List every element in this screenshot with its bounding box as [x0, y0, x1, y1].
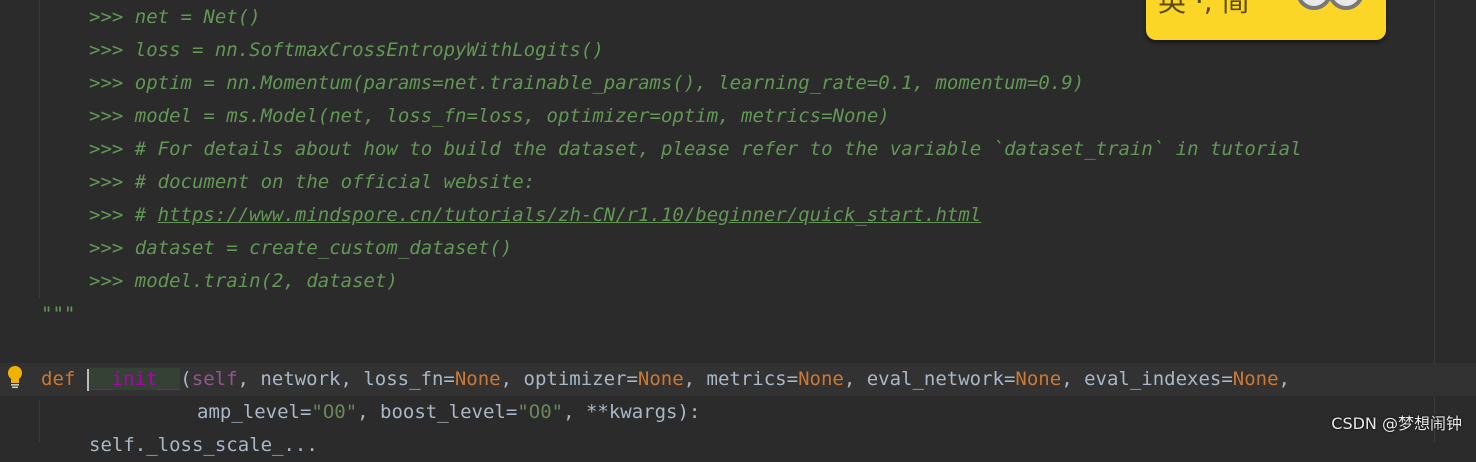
none-value: None [1015, 368, 1062, 390]
string-literal: "O0" [517, 401, 564, 423]
params-text: , eval_network= [843, 368, 1016, 390]
watermark: CSDN @梦想闹钟 [1331, 414, 1462, 433]
lightbulb-icon[interactable] [6, 365, 24, 389]
params-text: , [1278, 368, 1290, 390]
code-line-6[interactable]: >>> # document on the official website: [89, 166, 535, 199]
none-value: None [454, 368, 501, 390]
def-line[interactable]: def __init__(self, network, loss_fn=None… [41, 363, 1290, 396]
code-line-1[interactable]: >>> net = Net() [89, 1, 261, 34]
open-paren: ( [180, 368, 192, 390]
function-name[interactable]: __init__ [88, 368, 181, 390]
params-text: , metrics= [683, 368, 799, 390]
params-text: , eval_indexes= [1061, 368, 1233, 390]
self-param: self [191, 368, 238, 390]
docstring-close[interactable]: """ [41, 298, 75, 331]
params-text: , optimizer= [500, 368, 638, 390]
code-line-8[interactable]: >>> dataset = create_custom_dataset() [89, 232, 512, 265]
code-line-7[interactable]: >>> # https://www.mindspore.cn/tutorials… [89, 199, 981, 232]
params-text: , network, loss_fn= [237, 368, 455, 390]
indent-guide [39, 400, 40, 442]
mascot-eyes-icon [1297, 0, 1363, 10]
code-line-9[interactable]: >>> model.train(2, dataset) [89, 265, 398, 298]
docs-link[interactable]: https://www.mindspore.cn/tutorials/zh-CN… [158, 204, 982, 226]
none-value: None [1232, 368, 1279, 390]
indent-guide [39, 0, 40, 298]
code-line-4[interactable]: >>> model = ms.Model(net, loss_fn=loss, … [89, 100, 890, 133]
code-line-3[interactable]: >>> optim = nn.Momentum(params=net.train… [89, 67, 1084, 100]
def-keyword: def [41, 368, 76, 390]
none-value: None [798, 368, 844, 390]
partial-code-line[interactable]: self._loss_scale_... [89, 429, 318, 462]
code-line-5[interactable]: >>> # For details about how to build the… [89, 133, 1302, 166]
ime-mode-label[interactable]: 英 ·, 简 [1158, 0, 1250, 20]
params-text: amp_level= [197, 401, 312, 423]
ime-toolbar[interactable]: 英 ·, 简 [1146, 0, 1386, 40]
params-text: , **kwargs): [563, 401, 701, 423]
code-editor[interactable]: >>> net = Net() >>> loss = nn.SoftmaxCro… [0, 0, 1476, 456]
code-line-2[interactable]: >>> loss = nn.SoftmaxCrossEntropyWithLog… [89, 34, 604, 67]
none-value: None [637, 368, 684, 390]
def-continuation-line[interactable]: amp_level="O0", boost_level="O0", **kwar… [197, 396, 700, 429]
code-line-7-prefix: >>> # [89, 204, 158, 226]
string-literal: "O0" [311, 401, 358, 423]
params-text: , boost_level= [357, 401, 518, 423]
